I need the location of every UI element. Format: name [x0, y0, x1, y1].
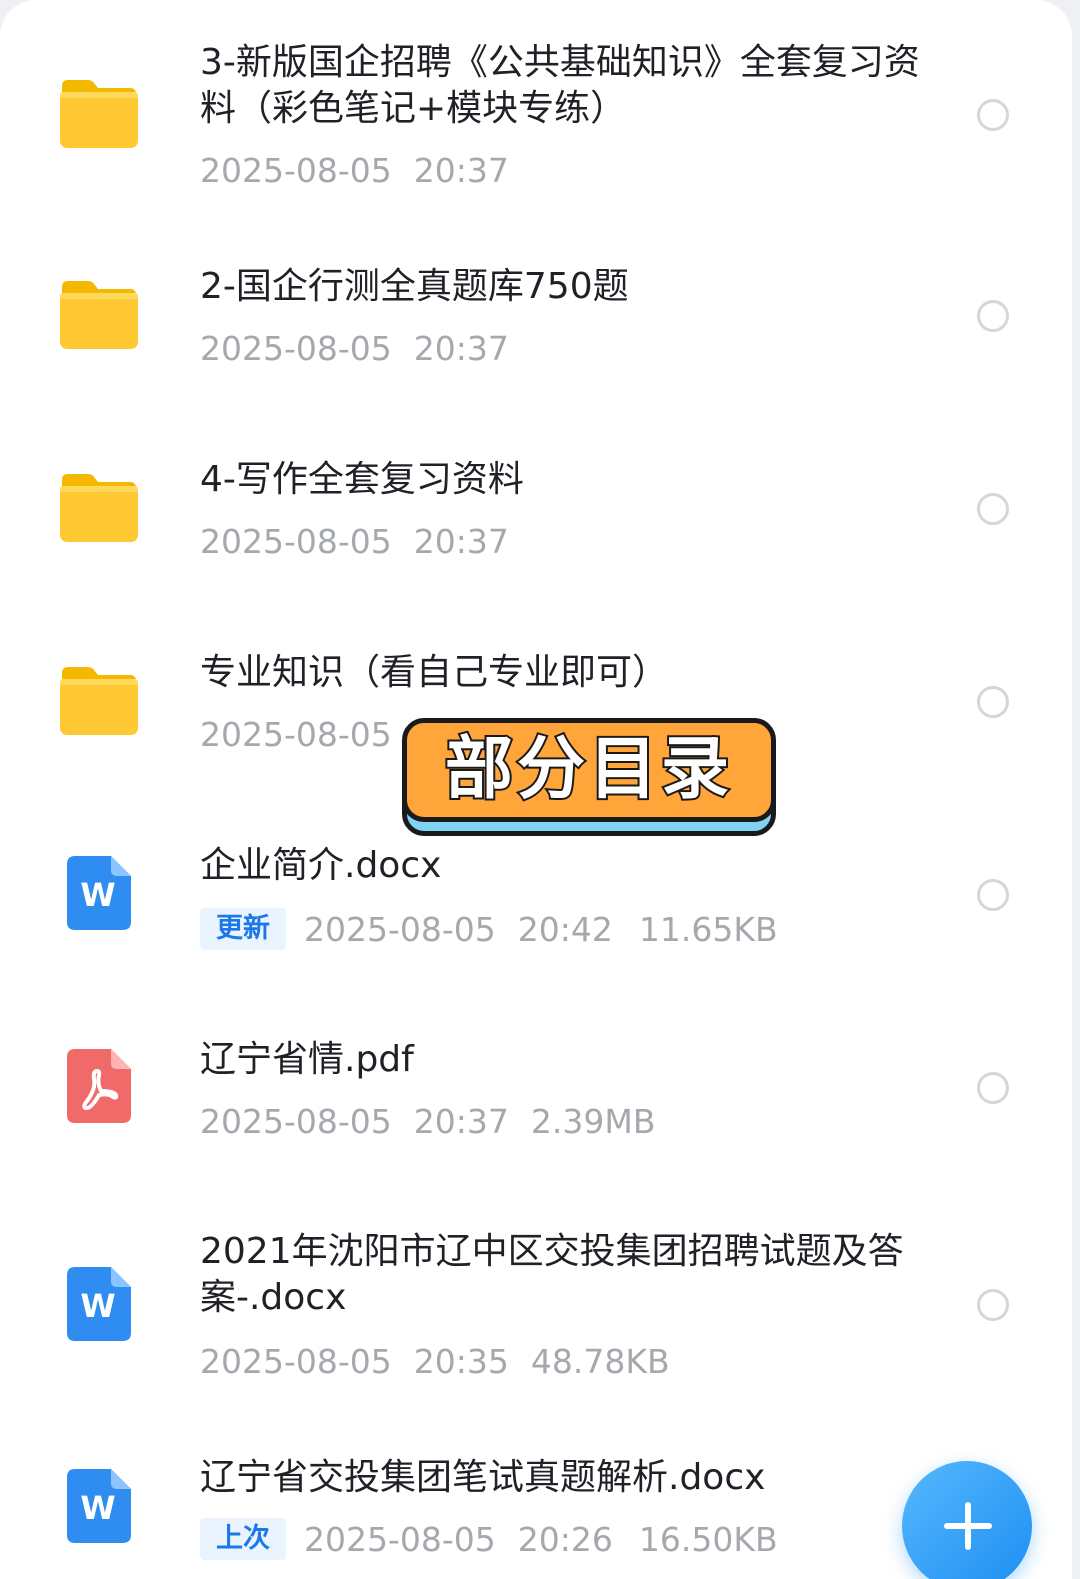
select-radio[interactable]	[977, 1072, 1009, 1104]
select-radio[interactable]	[977, 300, 1009, 332]
file-name: 2021年沈阳市辽中区交投集团招聘试题及答案-.docx	[200, 1231, 904, 1318]
select-radio[interactable]	[977, 493, 1009, 525]
file-time: 20:37	[413, 150, 509, 190]
file-row[interactable]: 2-国企行测全真题库750题 2025-08-05 20:37	[0, 210, 1072, 410]
svg-text:W: W	[80, 876, 115, 914]
file-row[interactable]: W 2021年沈阳市辽中区交投集团招聘试题及答案-.docx 2025-08-0…	[0, 1189, 1072, 1429]
file-date: 2025-08-05	[304, 1519, 496, 1559]
pdf-doc-icon	[67, 1049, 131, 1123]
select-radio[interactable]	[977, 99, 1009, 131]
svg-text:W: W	[80, 1287, 115, 1325]
word-doc-icon: W	[67, 1469, 131, 1543]
file-meta: 2025-08-05 20:37	[200, 148, 509, 192]
file-size: 11.65KB	[638, 909, 778, 949]
file-time: 20:37	[413, 328, 509, 368]
file-name: 3-新版国企招聘《公共基础知识》全套复习资料（彩色笔记+模块专练）	[200, 42, 920, 129]
word-doc-icon: W	[67, 856, 131, 930]
file-time: 20:35	[413, 1341, 509, 1381]
file-name: 辽宁省交投集团笔试真题解析.docx	[200, 1457, 766, 1498]
file-name: 企业简介.docx	[200, 845, 442, 886]
select-radio[interactable]	[977, 1289, 1009, 1321]
select-radio[interactable]	[977, 686, 1009, 718]
select-radio[interactable]	[977, 879, 1009, 911]
file-date: 2025-08-05	[200, 328, 392, 368]
badge-text: 部分目录	[443, 730, 733, 809]
file-time: 20:42	[517, 909, 613, 949]
file-size: 16.50KB	[638, 1519, 778, 1559]
file-name: 专业知识（看自己专业即可）	[200, 652, 669, 693]
file-size: 2.39MB	[530, 1101, 656, 1141]
add-button[interactable]	[902, 1461, 1032, 1579]
file-row[interactable]: 辽宁省情.pdf 2025-08-05 20:37 2.39MB	[0, 989, 1072, 1189]
file-meta: 2025-08-05 20:35 48.78KB	[200, 1339, 670, 1383]
folder-icon	[58, 665, 140, 737]
file-size: 48.78KB	[530, 1341, 670, 1381]
svg-text:W: W	[80, 1489, 115, 1527]
update-tag: 更新	[200, 908, 286, 950]
folder-icon	[58, 472, 140, 544]
file-meta: 2025-08-05	[200, 712, 392, 756]
file-meta: 2025-08-05 20:37 2.39MB	[200, 1099, 655, 1143]
file-time: 20:26	[517, 1519, 613, 1559]
word-doc-icon: W	[67, 1267, 131, 1341]
file-meta: 2025-08-05 20:37	[200, 519, 509, 563]
file-date: 2025-08-05	[200, 150, 392, 190]
file-row[interactable]: 4-写作全套复习资料 2025-08-05 20:37	[0, 410, 1072, 603]
file-date: 2025-08-05	[200, 714, 392, 754]
file-time: 20:37	[413, 1101, 509, 1141]
file-date: 2025-08-05	[200, 521, 392, 561]
folder-icon	[58, 279, 140, 351]
last-opened-tag: 上次	[200, 1518, 286, 1560]
file-date: 2025-08-05	[304, 909, 496, 949]
file-name: 辽宁省情.pdf	[200, 1039, 414, 1080]
file-date: 2025-08-05	[200, 1341, 392, 1381]
file-meta: 上次 2025-08-05 20:26 16.50KB	[200, 1517, 778, 1561]
file-name: 4-写作全套复习资料	[200, 459, 524, 500]
folder-icon	[58, 78, 140, 150]
file-meta: 2025-08-05 20:37	[200, 326, 509, 370]
overlay-badge: 部分目录	[400, 716, 780, 840]
file-meta: 更新 2025-08-05 20:42 11.65KB	[200, 907, 778, 951]
file-row[interactable]: 3-新版国企招聘《公共基础知识》全套复习资料（彩色笔记+模块专练） 2025-0…	[0, 0, 1072, 210]
file-name: 2-国企行测全真题库750题	[200, 266, 629, 307]
file-date: 2025-08-05	[200, 1101, 392, 1141]
file-time: 20:37	[413, 521, 509, 561]
